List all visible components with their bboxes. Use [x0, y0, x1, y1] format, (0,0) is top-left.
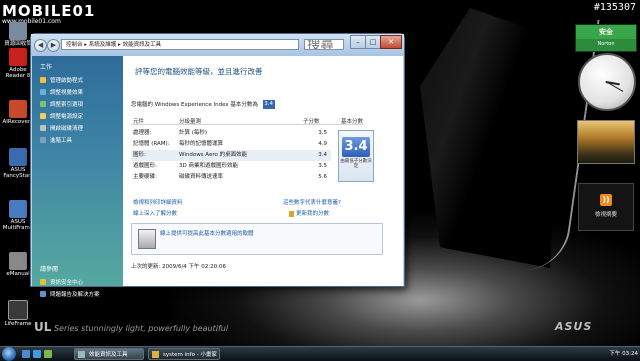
see-also-security-center[interactable]: 資訊安全中心 [32, 276, 123, 288]
asus-multiframe-icon [9, 200, 27, 218]
minimize-button[interactable]: – [350, 35, 366, 49]
desktop-icon-lifeframe[interactable]: LifeFrame [0, 300, 36, 327]
base-score-text: 您電腦的 Windows Experience Index 基本分數為 [131, 102, 258, 108]
lifeframe-icon [8, 300, 28, 320]
task-pane-heading: 工作 [40, 64, 53, 71]
base-score-value: 3.4 [342, 137, 370, 157]
window-titlebar: ◀ ▶ 控制台 ▸ 系統及維護 ▸ 效能資訊及工具 – □ ✕ [31, 34, 404, 56]
tray-clock[interactable]: 下午 03:24 [609, 351, 638, 357]
norton-name: Norton [597, 41, 615, 47]
internet-explorer-icon[interactable] [33, 350, 41, 358]
slideshow-gadget[interactable] [577, 120, 635, 164]
see-also-problem-reports[interactable]: 問題報告及解決方案 [32, 288, 123, 300]
shield-icon [289, 210, 294, 217]
table-row: 處理器: 計算 (每秒) 3.5 [133, 130, 327, 136]
software-offer-link[interactable]: 線上提供可提高此基本分數適用的軟體 [160, 229, 254, 237]
maximize-button[interactable]: □ [365, 35, 381, 49]
search-input[interactable] [304, 39, 344, 50]
task-pane: 工作 管理啟動程式 調整視覺效果 調整索引選項 調整電源設定 開啟磁碟清理 進階… [32, 56, 123, 298]
see-also-heading: 請參閱 [40, 266, 59, 273]
mobile01-watermark: MOBILE01 www.mobile01.com [2, 2, 95, 25]
task-power-settings[interactable]: 調整電源設定 [32, 110, 123, 122]
wallpaper-slogan: UL Series stunningly light, powerfully b… [34, 320, 228, 334]
media-player-icon[interactable] [44, 350, 52, 358]
table-row: 遊戲圖形: 3D 商業和遊戲圖形效能 3.5 [133, 163, 327, 169]
page-title: 評等您的電腦效能等級，並且進行改善 [135, 67, 263, 76]
forward-button[interactable]: ▶ [47, 39, 60, 52]
asus-logo: ASUS [555, 320, 593, 333]
visual-effects-icon [40, 89, 46, 95]
startup-icon [40, 77, 46, 83]
back-button[interactable]: ◀ [34, 39, 47, 52]
task-manage-startup[interactable]: 管理啟動程式 [32, 74, 123, 86]
base-score-box: 3.4 由最低子分數決定 [338, 130, 374, 182]
last-update: 上次的更新: 2009/6/4 下午 02:20:06 [131, 264, 227, 270]
table-row: 主要硬碟: 磁碟資料傳送速率 5.6 [133, 174, 327, 180]
breadcrumb-control-panel[interactable]: 控制台 [66, 42, 83, 48]
learn-more-link[interactable]: 線上深入了解分數 [133, 209, 177, 217]
table-row: 記憶體 (RAM): 每秒的記憶體運算 4.9 [133, 141, 327, 147]
close-button[interactable]: ✕ [380, 35, 402, 49]
task-disk-cleanup[interactable]: 開啟磁碟清理 [32, 122, 123, 134]
breadcrumb-performance[interactable]: 效能資訊及工具 [123, 42, 162, 48]
airecovery-icon [9, 100, 27, 118]
problem-reports-icon [40, 291, 46, 297]
power-icon [40, 113, 46, 119]
task-advanced-tools[interactable]: 進階工具 [32, 134, 123, 146]
table-row: 圖形: Windows Aero 的桌面效能 3.4 [131, 150, 331, 161]
clock-gadget[interactable] [578, 53, 636, 111]
image-id-tag: #135307 [593, 2, 636, 13]
asus-fancystart-icon [9, 148, 27, 166]
task-visual-effects[interactable]: 調整視覺效果 [32, 86, 123, 98]
slogan-series: Series [53, 324, 79, 333]
advanced-tools-icon [40, 137, 46, 143]
base-score-caption: 由最低子分數決定 [340, 159, 372, 169]
taskbar-window-paint[interactable]: system info - 小畫家 [148, 348, 220, 360]
header-divider [131, 124, 363, 125]
indexing-icon [40, 101, 46, 107]
show-desktop-icon[interactable] [22, 350, 30, 358]
performance-window: ◀ ▶ 控制台 ▸ 系統及維護 ▸ 效能資訊及工具 – □ ✕ 工作 管理啟動程… [30, 33, 405, 298]
norton-gadget[interactable]: 安全 Norton [575, 24, 637, 52]
slogan-brand: UL [34, 320, 52, 334]
address-bar[interactable]: 控制台 ▸ 系統及維護 ▸ 效能資訊及工具 [61, 39, 299, 50]
desktop-icon-label: LifeFrame [4, 321, 32, 327]
feed-gadget-label: 檢視摘要 [594, 212, 617, 218]
disk-cleanup-icon [40, 125, 46, 131]
emanual-icon [9, 252, 27, 270]
update-score-link[interactable]: 更新我的分數 [289, 209, 329, 217]
base-score-badge: 3.4 [262, 100, 275, 109]
taskbar: 效能資訊及工具 system info - 小畫家 下午 03:24 [0, 346, 640, 361]
print-details-link[interactable]: 檢視和列印詳細資料 [133, 198, 183, 206]
shield-icon [40, 279, 46, 285]
breadcrumb-system[interactable]: 系統及維護 [89, 42, 117, 48]
task-indexing-options[interactable]: 調整索引選項 [32, 98, 123, 110]
main-content: 評等您的電腦效能等級，並且進行改善 您電腦的 Windows Experienc… [123, 56, 403, 286]
start-button[interactable] [2, 347, 16, 361]
performance-window-icon [78, 351, 85, 358]
norton-status: 安全 [576, 25, 636, 39]
taskbar-window-performance[interactable]: 效能資訊及工具 [74, 348, 144, 360]
system-tray: 下午 03:24 [560, 348, 638, 360]
base-score-line: 您電腦的 Windows Experience Index 基本分數為 3.4 [131, 100, 275, 109]
software-box-icon [138, 229, 156, 249]
adobe-reader-icon [9, 48, 27, 66]
feed-gadget[interactable]: )) 檢視摘要 [578, 183, 634, 231]
slogan-text: stunningly light, powerfully beautiful [81, 324, 229, 333]
software-offer-box[interactable]: 線上提供可提高此基本分數適用的軟體 [131, 223, 383, 255]
paint-window-icon [152, 351, 159, 358]
what-numbers-mean-link[interactable]: 這些數字代表什麼意義? [283, 198, 341, 206]
see-also-section: 請參閱 資訊安全中心 問題報告及解決方案 [32, 264, 123, 300]
rss-icon: )) [600, 194, 612, 206]
recycle-bin-icon [9, 22, 27, 40]
